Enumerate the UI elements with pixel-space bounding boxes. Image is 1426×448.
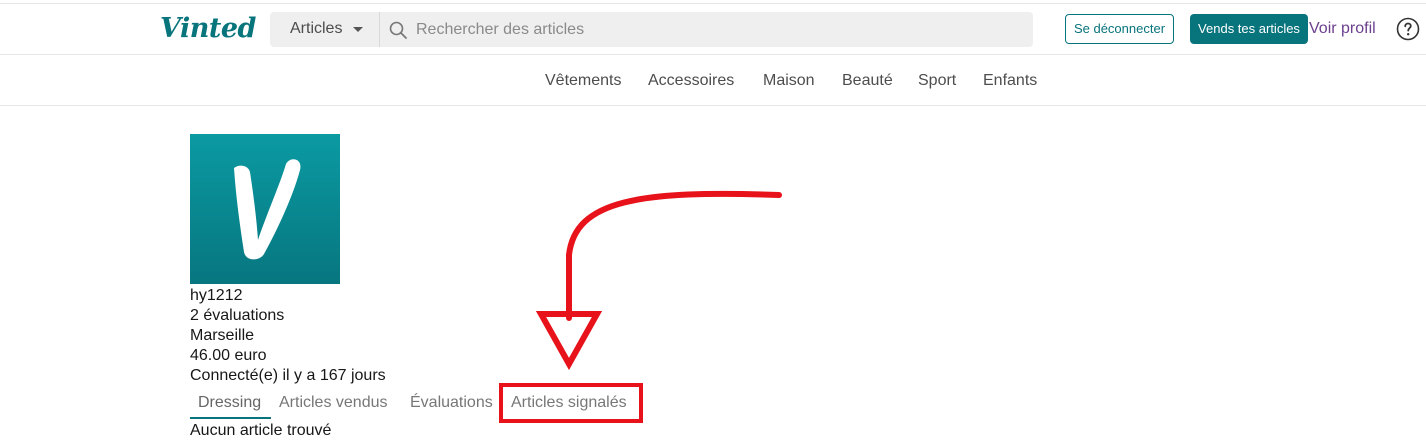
empty-state-message: Aucun article trouvé <box>190 422 332 439</box>
annotation-arrow-icon <box>535 190 782 371</box>
